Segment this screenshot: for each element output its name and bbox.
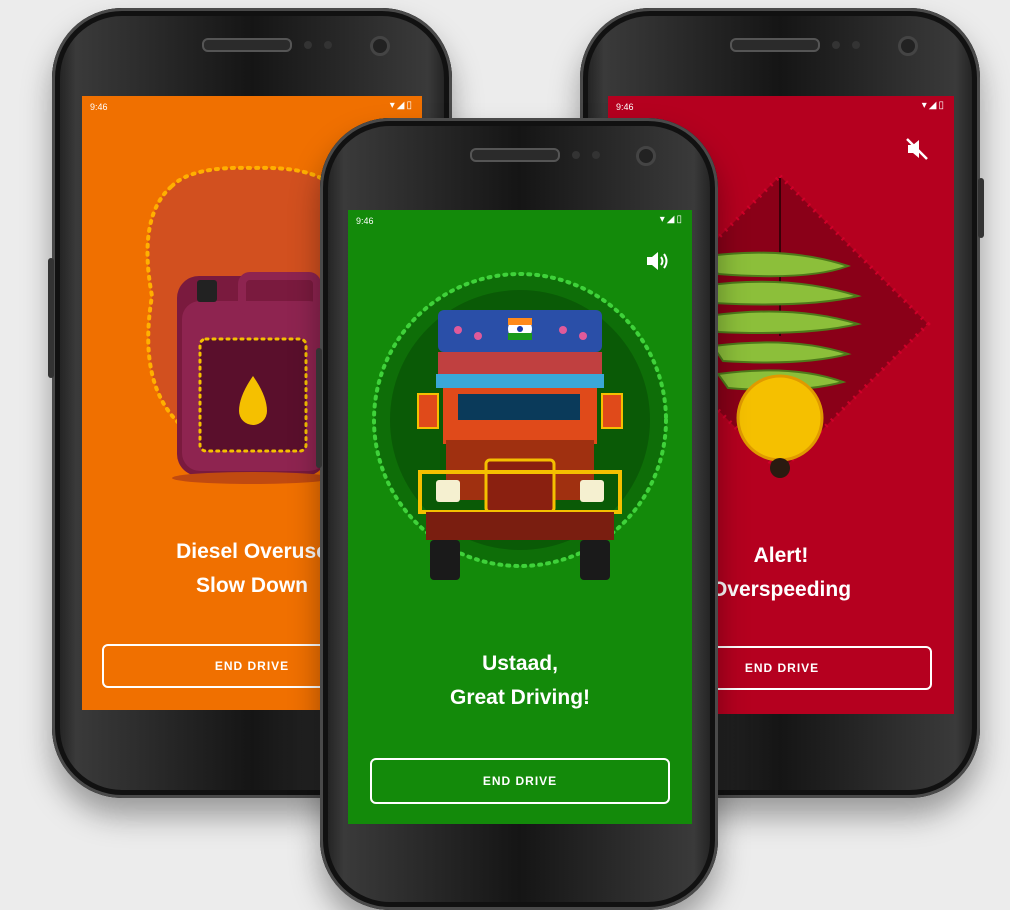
front-camera xyxy=(636,146,656,166)
message-line1: Ustaad, xyxy=(482,652,558,675)
status-bar: 9:46 ▾◢▯ xyxy=(608,96,954,118)
earpiece xyxy=(470,148,560,162)
status-icons: ▾◢▯ xyxy=(389,100,414,111)
end-drive-button[interactable]: END DRIVE xyxy=(370,758,670,804)
volume-button xyxy=(316,348,322,468)
earpiece xyxy=(730,38,820,52)
screen-center: 9:46 ▾◢▯ Ustaad, Great Driving! END DRIV… xyxy=(348,210,692,824)
volume-button xyxy=(48,258,54,378)
sensor-dot xyxy=(324,41,332,49)
sensor-dot xyxy=(592,151,600,159)
sensor-dot xyxy=(832,41,840,49)
message-line2: Great Driving! xyxy=(449,686,591,709)
power-button xyxy=(978,178,984,238)
status-time: 9:46 xyxy=(616,102,634,112)
status-icons: ▾◢▯ xyxy=(921,100,946,111)
status-bar: 9:46 ▾◢▯ xyxy=(348,210,692,232)
phone-center: 9:46 ▾◢▯ Ustaad, Great Driving! END DRIV… xyxy=(316,118,718,910)
earpiece xyxy=(202,38,292,52)
sensor-dot xyxy=(572,151,580,159)
status-time: 9:46 xyxy=(356,216,374,226)
front-camera xyxy=(898,36,918,56)
status-icons: ▾◢▯ xyxy=(659,214,684,225)
sensor-dot xyxy=(852,41,860,49)
sensor-dot xyxy=(304,41,312,49)
status-time: 9:46 xyxy=(90,102,108,112)
truck-icon xyxy=(372,272,668,580)
status-bar: 9:46 ▾◢▯ xyxy=(82,96,422,118)
front-camera xyxy=(370,36,390,56)
